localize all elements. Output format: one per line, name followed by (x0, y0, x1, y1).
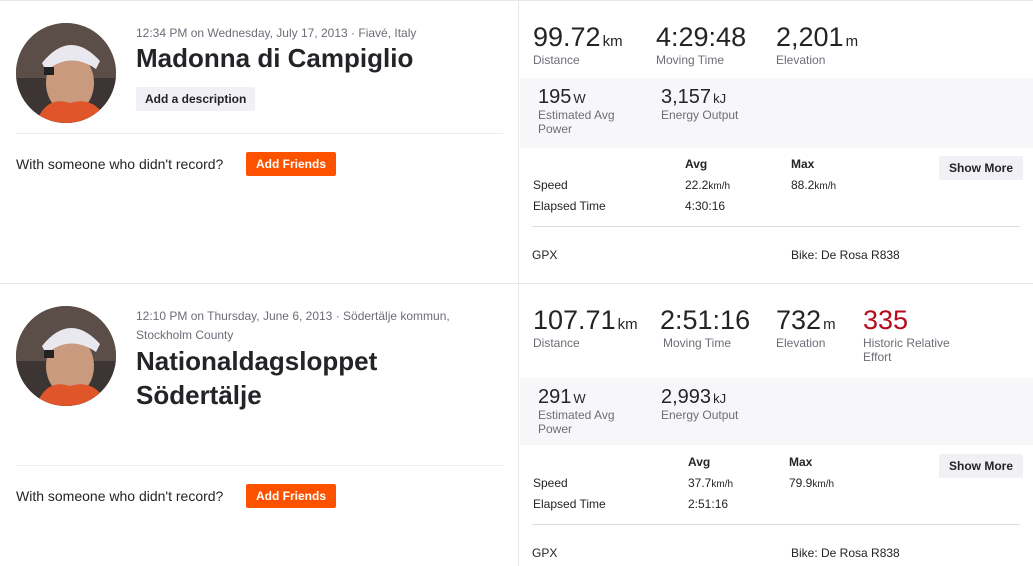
activity-summary: 12:34 PM on Wednesday, July 17, 2013 · F… (0, 1, 519, 283)
stat-label: Distance (533, 336, 580, 350)
elapsed-time-label: Elapsed Time (533, 497, 606, 511)
stat-value: 107.71 (533, 305, 616, 335)
gpx-link[interactable]: GPX (532, 248, 557, 262)
stat-moving-time: 4:29:48 Moving Time (656, 21, 746, 67)
max-header: Max (789, 455, 813, 469)
stat-label: Estimated Avg (538, 108, 615, 122)
stat-energy-output: 2,993 kJ Energy Output (661, 386, 738, 422)
add-friends-button[interactable]: Add Friends (246, 484, 337, 508)
add-friends-button[interactable]: Add Friends (246, 152, 337, 176)
stat-label: Power (538, 122, 573, 136)
stat-label: Estimated Avg (538, 408, 615, 422)
activity-stats: 107.71 km Distance 2:51:16 Moving Time 73… (520, 284, 1033, 566)
stat-value: 335 (863, 305, 909, 335)
stat-energy-output: 3,157 kJ Energy Output (661, 86, 738, 122)
activity-card: 12:34 PM on Wednesday, July 17, 2013 · F… (0, 0, 1033, 283)
stat-label: Moving Time (656, 53, 725, 67)
stat-value: 2,201 (776, 22, 844, 52)
stat-unit: m (845, 33, 859, 50)
with-someone-prompt: With someone who didn't record? (16, 156, 224, 172)
activity-stats: 99.72 km Distance 4:29:48 Moving Time 2,2… (520, 1, 1033, 283)
avatar[interactable] (16, 306, 116, 406)
secondary-stats-band: 195 W Estimated Avg Power 3,157 kJ Energy … (520, 78, 1033, 148)
stat-elevation: 2,201 m Elevation (776, 21, 858, 67)
stat-estimated-power: 291 W Estimated Avg Power (538, 386, 615, 436)
divider (532, 226, 1020, 227)
avg-header: Avg (685, 157, 708, 171)
activity-summary: 12:10 PM on Thursday, June 6, 2013 · Söd… (0, 284, 519, 566)
stat-value: 2:51:16 (660, 305, 751, 335)
stat-value: 291 (538, 386, 572, 408)
activity-location-line2: Stockholm County (136, 328, 234, 342)
stat-value: 99.72 (533, 22, 601, 52)
stat-value: 2,993 (661, 386, 712, 408)
add-description-button[interactable]: Add a description (136, 87, 256, 111)
bike-label[interactable]: Bike: De Rosa R838 (791, 248, 900, 262)
stat-relative-effort[interactable]: 335 Historic Relative Effort (863, 304, 950, 364)
stat-estimated-power: 195 W Estimated Avg Power (538, 86, 615, 136)
stat-unit: km (617, 316, 638, 333)
with-someone-prompt: With someone who didn't record? (16, 488, 224, 504)
stat-label: Elevation (776, 336, 826, 350)
speed-max: 88.2km/h (791, 178, 837, 192)
speed-max: 79.9km/h (789, 476, 835, 490)
stat-unit: W (573, 91, 586, 106)
stat-label: Power (538, 422, 573, 436)
stat-value: 3,157 (661, 86, 712, 108)
stat-label: Distance (533, 53, 580, 67)
bike-label[interactable]: Bike: De Rosa R838 (791, 546, 900, 560)
secondary-stats-band: 291 W Estimated Avg Power 2,993 kJ Energy … (520, 378, 1033, 445)
speed-avg: 22.2km/h (685, 178, 731, 192)
gpx-link[interactable]: GPX (532, 546, 557, 560)
show-more-button[interactable]: Show More (939, 156, 1024, 180)
avg-header: Avg (688, 455, 711, 469)
stat-unit: km (602, 33, 623, 50)
speed-avg: 37.7km/h (688, 476, 734, 490)
elapsed-time-avg: 2:51:16 (688, 497, 729, 511)
stat-elevation: 732 m Elevation (776, 304, 836, 350)
activity-title[interactable]: Nationaldagsloppet (136, 344, 377, 378)
speed-label: Speed (533, 178, 568, 192)
stat-unit: kJ (713, 91, 727, 106)
divider (16, 465, 503, 466)
elapsed-time-label: Elapsed Time (533, 199, 606, 213)
activity-title-line2[interactable]: Södertälje (136, 378, 262, 412)
show-more-button[interactable]: Show More (939, 454, 1024, 478)
stat-distance: 99.72 km Distance (533, 21, 623, 67)
activity-timestamp-location: 12:34 PM on Wednesday, July 17, 2013 · F… (136, 26, 417, 40)
stat-unit: kJ (713, 391, 727, 406)
activity-title[interactable]: Madonna di Campiglio (136, 41, 413, 75)
stat-moving-time: 2:51:16 Moving Time (660, 304, 750, 350)
divider (532, 524, 1020, 525)
max-header: Max (791, 157, 815, 171)
activity-card: 12:10 PM on Thursday, June 6, 2013 · Söd… (0, 283, 1033, 566)
stat-unit: m (823, 316, 836, 333)
stat-label: Moving Time (663, 336, 732, 350)
divider (16, 133, 503, 134)
stat-unit: W (573, 391, 586, 406)
stat-label: Energy Output (661, 108, 739, 122)
stat-value: 732 (776, 305, 822, 335)
stat-value: 195 (538, 86, 572, 108)
activity-timestamp-location: 12:10 PM on Thursday, June 6, 2013 · Söd… (136, 309, 450, 323)
stat-label: Energy Output (661, 408, 739, 422)
stat-value: 4:29:48 (656, 22, 747, 52)
elapsed-time-avg: 4:30:16 (685, 199, 726, 213)
stat-label: Elevation (776, 53, 826, 67)
stat-distance: 107.71 km Distance (533, 304, 638, 350)
avatar[interactable] (16, 23, 116, 123)
stat-label: Historic Relative (863, 336, 950, 350)
speed-label: Speed (533, 476, 568, 490)
stat-label: Effort (863, 350, 892, 364)
